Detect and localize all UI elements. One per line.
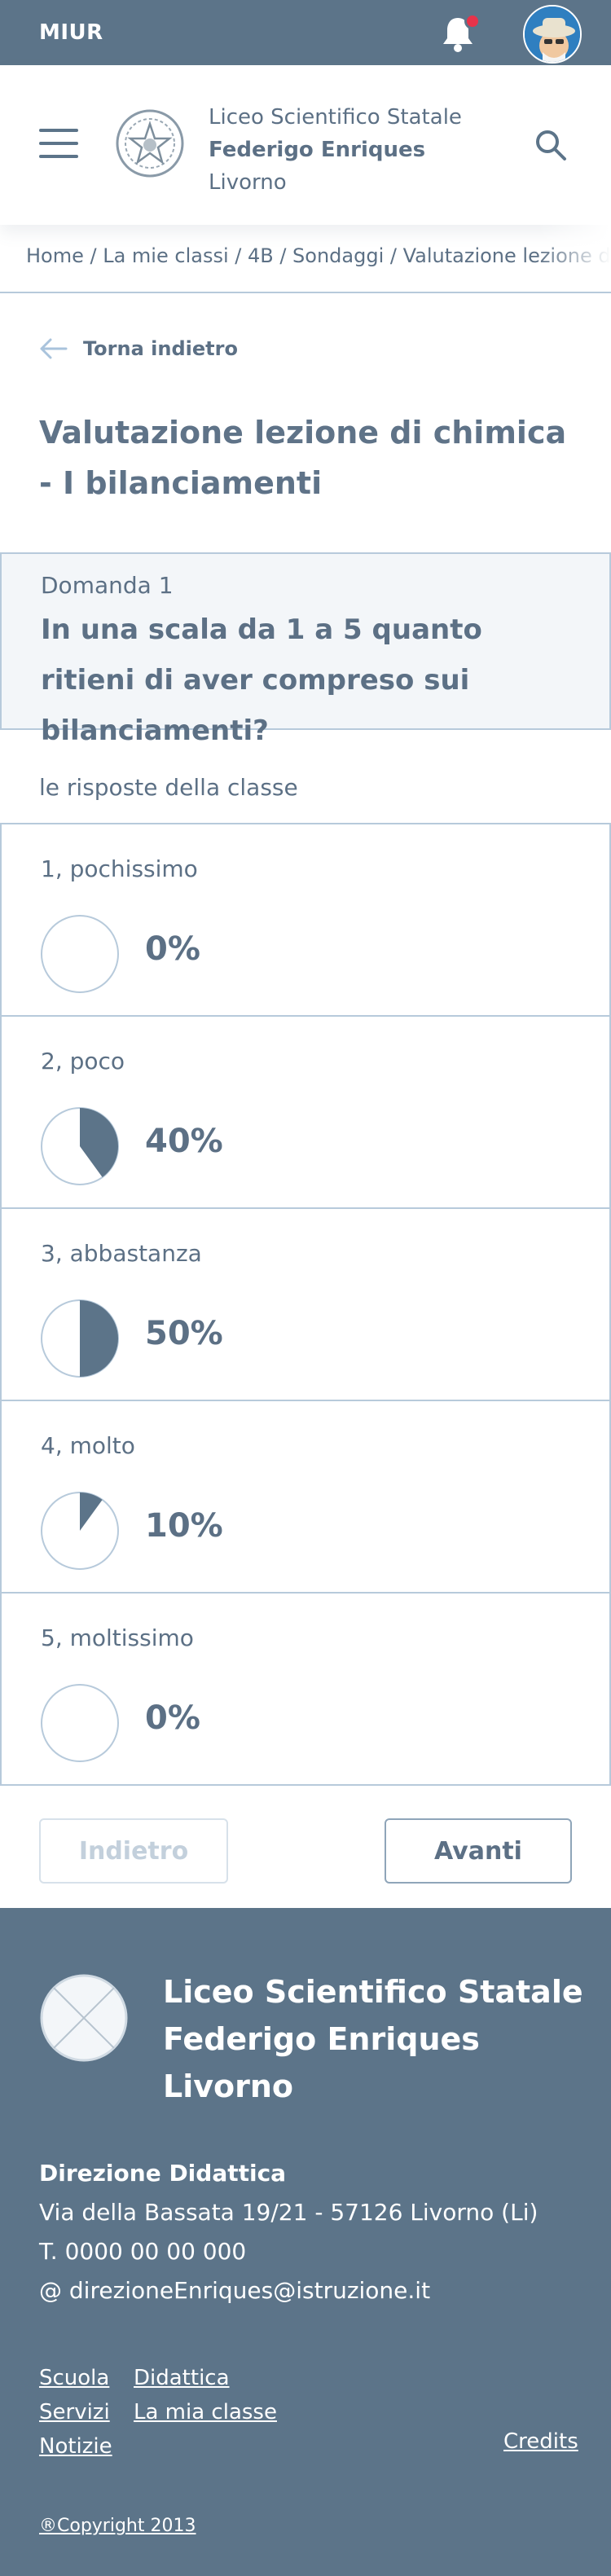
answer-label: 4, molto <box>41 1432 135 1459</box>
footer-link-notizie[interactable]: Notizie <box>39 2429 112 2464</box>
footer-link-servizi[interactable]: Servizi <box>39 2395 112 2429</box>
footer-link-scuola[interactable]: Scuola <box>39 2361 112 2395</box>
school-name-line2: Federigo Enriques <box>209 138 426 162</box>
top-bar: MIUR <box>0 0 611 65</box>
breadcrumb[interactable]: Home / La mie classi / 4B / Sondaggi / V… <box>0 225 611 293</box>
answer-pie-chart <box>41 1107 119 1185</box>
answer-label: 1, pochissimo <box>41 855 198 882</box>
answer-label: 2, poco <box>41 1048 125 1075</box>
footer-title-line2: Federigo Enriques <box>163 2021 480 2057</box>
footer-copyright[interactable]: ®Copyright 2013 <box>39 2516 196 2536</box>
page-title: Valutazione lezione di chimica - I bilan… <box>39 415 567 501</box>
school-name[interactable]: Liceo Scientifico Statale Federigo Enriq… <box>209 101 462 199</box>
answer-item: 2, poco 40% <box>0 1015 611 1209</box>
question-text: In una scala da 1 a 5 quanto ritieni di … <box>41 613 482 747</box>
breadcrumb-fade <box>538 225 611 292</box>
question-number: Domanda 1 <box>41 572 174 599</box>
answer-percent: 10% <box>145 1507 223 1545</box>
arrow-left-icon <box>40 338 68 359</box>
answer-pie-chart <box>41 1492 119 1570</box>
answer-label: 5, moltissimo <box>41 1624 194 1651</box>
brand-label[interactable]: MIUR <box>39 20 103 45</box>
back-link[interactable]: Torna indietro <box>39 331 238 367</box>
notifications-button[interactable] <box>438 13 481 54</box>
address-email: @ direzioneEnriques@istruzione.it <box>39 2277 431 2304</box>
prev-button[interactable]: Indietro <box>39 1818 228 1884</box>
footer-logo-placeholder <box>40 1974 128 2062</box>
answer-label: 3, abbastanza <box>41 1240 202 1267</box>
footer-title-line3: Livorno <box>163 2068 294 2104</box>
answer-pie-chart <box>41 1684 119 1762</box>
footer-address: Direzione Didattica Via della Bassata 19… <box>39 2154 538 2310</box>
answer-percent: 0% <box>145 930 200 968</box>
site-header: Liceo Scientifico Statale Federigo Enriq… <box>0 65 611 225</box>
answer-percent: 50% <box>145 1315 223 1352</box>
answer-pie-chart <box>41 1299 119 1378</box>
question-box: Domanda 1 In una scala da 1 a 5 quanto r… <box>0 552 611 747</box>
answer-item: 3, abbastanza 50% <box>0 1207 611 1401</box>
emblem-logo <box>116 109 184 178</box>
school-name-line1: Liceo Scientifico Statale <box>209 105 462 130</box>
address-heading: Direzione Didattica <box>39 2160 287 2187</box>
avatar-image <box>525 7 580 62</box>
pie-background <box>41 1684 119 1762</box>
footer-title-line1: Liceo Scientifico Statale <box>163 1974 583 2010</box>
pie-background <box>41 915 119 993</box>
footer-link-credits[interactable]: Credits <box>503 2429 578 2454</box>
search-icon[interactable] <box>533 127 569 163</box>
next-button[interactable]: Avanti <box>385 1818 572 1884</box>
answers-list: 1, pochissimo 0% 2, poco 40% 3, abbastan… <box>0 823 611 1786</box>
address-street: Via della Bassata 19/21 - 57126 Livorno … <box>39 2199 538 2226</box>
avatar[interactable] <box>523 5 582 64</box>
school-name-line3: Livorno <box>209 170 287 195</box>
answer-percent: 40% <box>145 1123 223 1160</box>
back-label: Torna indietro <box>83 337 238 360</box>
pie-slice <box>80 1300 118 1377</box>
answer-percent: 0% <box>145 1699 200 1737</box>
answer-item: 4, molto 10% <box>0 1400 611 1594</box>
footer-title: Liceo Scientifico Statale Federigo Enriq… <box>163 1968 587 2110</box>
answer-item: 1, pochissimo 0% <box>0 823 611 1017</box>
answer-item: 5, moltissimo 0% <box>0 1592 611 1786</box>
notification-dot <box>464 13 481 29</box>
breadcrumb-text[interactable]: Home / La mie classi / 4B / Sondaggi / V… <box>26 244 611 267</box>
answer-pie-chart <box>41 915 119 993</box>
footer-link-la-mia-classe[interactable]: La mia classe <box>134 2395 277 2429</box>
class-answers-label: le risposte della classe <box>39 774 298 801</box>
site-footer: Liceo Scientifico Statale Federigo Enriq… <box>0 1908 611 2576</box>
address-phone: T. 0000 00 00 000 <box>39 2238 247 2265</box>
hamburger-icon[interactable] <box>39 129 78 158</box>
footer-link-didattica[interactable]: Didattica <box>134 2361 277 2395</box>
